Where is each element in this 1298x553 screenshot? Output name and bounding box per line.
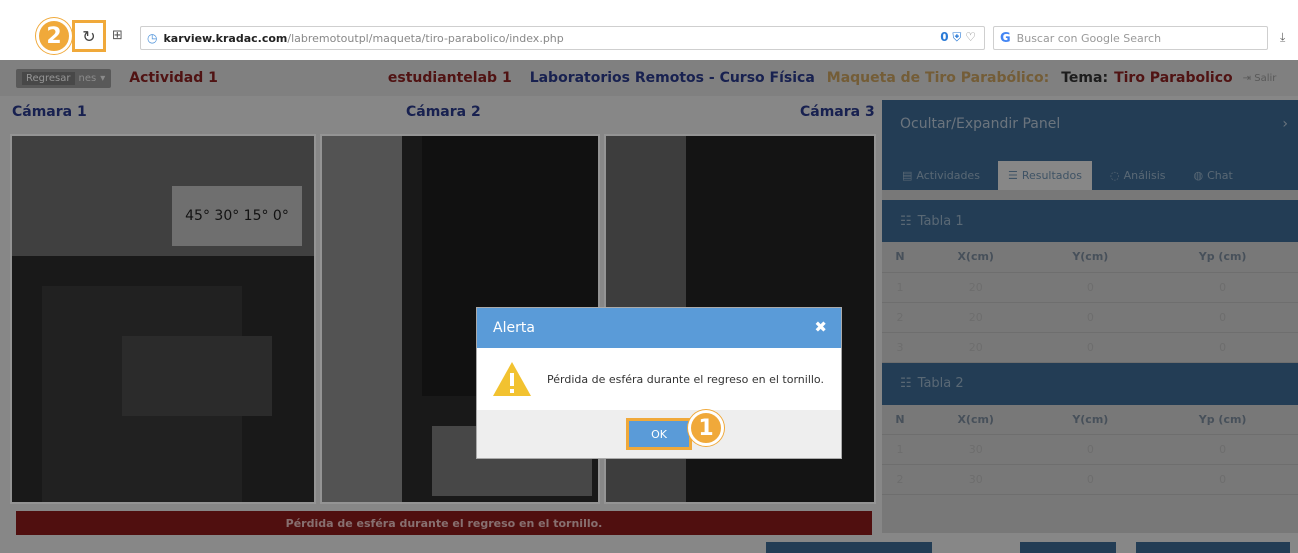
browser-toolbar: 2 ↻ ⊞ ◷ karview.kradac.com /labremotoutp… bbox=[0, 0, 1298, 60]
reload-icon: ↻ bbox=[82, 26, 96, 46]
search-placeholder: Buscar con Google Search bbox=[1016, 31, 1162, 45]
search-input[interactable]: G Buscar con Google Search bbox=[993, 26, 1268, 50]
close-icon[interactable]: ✖ bbox=[814, 318, 827, 336]
warning-icon bbox=[493, 362, 531, 396]
speed-dial-icon[interactable]: ⊞ bbox=[112, 28, 123, 43]
url-domain: karview.kradac.com bbox=[163, 31, 288, 45]
reload-button[interactable]: ↻ bbox=[72, 20, 106, 52]
heart-icon[interactable]: ♡ bbox=[965, 30, 976, 44]
google-icon: G bbox=[1000, 30, 1011, 46]
download-icon[interactable]: ⤓ bbox=[1280, 30, 1285, 45]
address-bar[interactable]: ◷ karview.kradac.com /labremotoutpl/maqu… bbox=[140, 26, 985, 50]
tracker-count: 0 bbox=[940, 30, 949, 44]
url-path: /labremotoutpl/maqueta/tiro-parabolico/i… bbox=[287, 31, 564, 45]
dialog-message: Pérdida de esféra durante el regreso en … bbox=[547, 372, 824, 386]
dialog-body: Pérdida de esféra durante el regreso en … bbox=[477, 348, 841, 410]
ok-button[interactable]: OK bbox=[626, 418, 692, 450]
dialog-header: Alerta ✖ bbox=[477, 308, 841, 348]
dialog-footer: OK bbox=[477, 410, 841, 458]
url-right-icons: 0 ⛨ ♡ bbox=[940, 30, 976, 45]
step-2-badge: 2 bbox=[36, 18, 72, 54]
shield-icon[interactable]: ⛨ bbox=[952, 30, 961, 44]
alert-dialog: Alerta ✖ Pérdida de esféra durante el re… bbox=[476, 307, 842, 459]
step-1-badge: 1 bbox=[688, 410, 724, 446]
dialog-title: Alerta bbox=[493, 320, 535, 336]
site-info-icon[interactable]: ◷ bbox=[147, 31, 157, 45]
